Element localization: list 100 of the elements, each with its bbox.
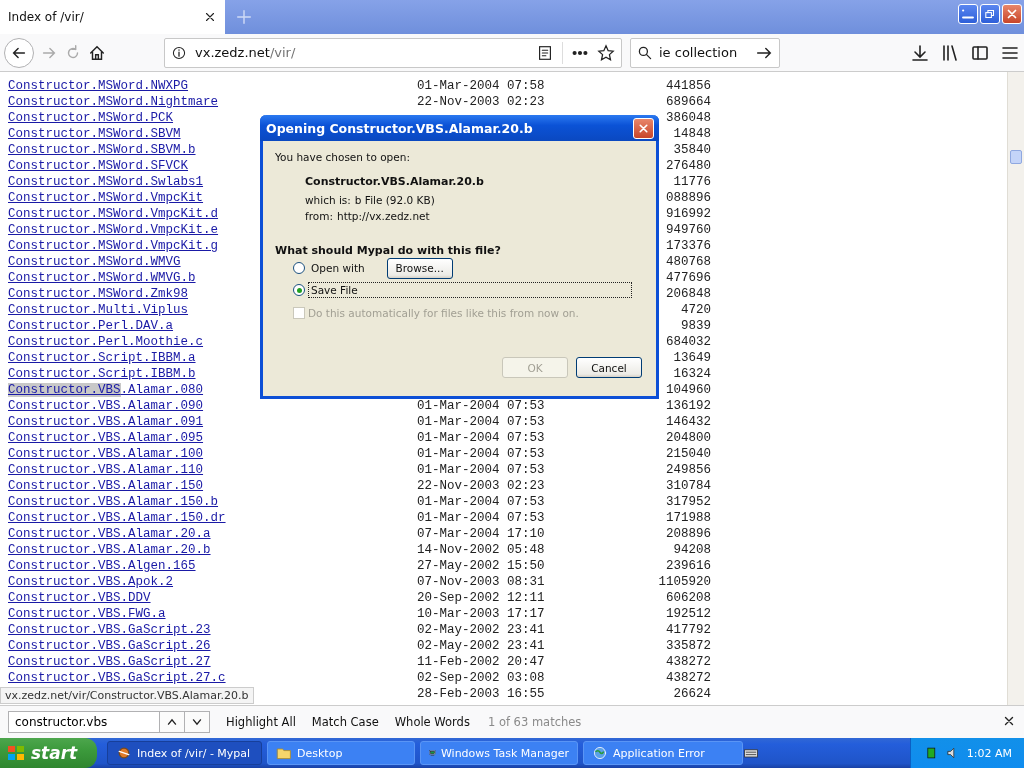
file-size: 146432 bbox=[666, 414, 711, 430]
file-link[interactable]: Constructor.MSWord.WMVG bbox=[8, 254, 181, 270]
file-link[interactable]: Constructor.VBS.GaScript.27.c bbox=[8, 670, 226, 686]
file-link[interactable]: Constructor.VBS.Alamar.091 bbox=[8, 414, 204, 430]
file-size: 684032 bbox=[666, 334, 711, 350]
minimize-icon bbox=[961, 7, 975, 21]
file-link[interactable]: Constructor.VBS.DDV bbox=[8, 590, 151, 606]
question-text: What should Mypal do with this file? bbox=[275, 244, 502, 257]
download-icon[interactable] bbox=[910, 42, 930, 63]
reader-view-icon[interactable] bbox=[536, 43, 554, 62]
file-link[interactable]: Constructor.VBS.Alamar.20.a bbox=[8, 526, 211, 542]
file-link[interactable]: Constructor.Script.IBBM.a bbox=[8, 350, 196, 366]
file-link[interactable]: Constructor.VBS.GaScript.23 bbox=[8, 622, 211, 638]
file-size: 477696 bbox=[666, 270, 711, 286]
file-link[interactable]: Constructor.Perl.Moothie.c bbox=[8, 334, 204, 350]
file-size: 104960 bbox=[666, 382, 711, 398]
find-option[interactable]: Highlight All bbox=[226, 715, 296, 729]
file-size: 310784 bbox=[666, 478, 711, 494]
file-size: 171988 bbox=[666, 510, 711, 526]
radio-button[interactable] bbox=[293, 262, 305, 274]
file-size: 417792 bbox=[666, 622, 711, 638]
file-link[interactable]: Constructor.VBS.Alamar.20.b bbox=[8, 542, 211, 558]
file-link[interactable]: Constructor.MSWord.PCK bbox=[8, 110, 174, 126]
modified-date: 22-Nov-2003 02:23 bbox=[417, 94, 546, 110]
back-button[interactable] bbox=[4, 37, 34, 68]
dialog-button[interactable]: Cancel bbox=[576, 357, 642, 378]
option-label[interactable]: Open with bbox=[308, 260, 368, 276]
start-button[interactable]: start bbox=[0, 738, 97, 768]
file-size: 14848 bbox=[673, 126, 711, 142]
previous-match-button[interactable] bbox=[159, 711, 185, 733]
find-option[interactable]: Whole Words bbox=[394, 715, 470, 729]
file-link[interactable]: Constructor.MSWord.NWXPG bbox=[8, 78, 189, 94]
clock: 1:02 AM bbox=[966, 746, 1012, 760]
option-label[interactable]: Save File bbox=[308, 282, 632, 298]
file-size: 335872 bbox=[666, 638, 711, 654]
library-icon[interactable] bbox=[940, 42, 960, 63]
file-link[interactable]: Constructor.VBS.Alamar.110 bbox=[8, 462, 204, 478]
file-size: 11776 bbox=[673, 174, 711, 190]
file-size: 206848 bbox=[666, 286, 711, 302]
file-link[interactable]: Constructor.MSWord.VmpcKit.e bbox=[8, 222, 219, 238]
file-link[interactable]: Constructor.MSWord.VmpcKit bbox=[8, 190, 204, 206]
taskbar-button[interactable]: Desktop bbox=[267, 741, 415, 765]
intro-text: You have chosen to open: bbox=[275, 151, 411, 163]
taskbar-button[interactable]: Application Error bbox=[583, 741, 743, 765]
file-link[interactable]: Constructor.MSWord.VmpcKit.g bbox=[8, 238, 219, 254]
modified-date: 27-May-2002 15:50 bbox=[417, 558, 546, 574]
file-link[interactable]: Constructor.MSWord.Nightmare bbox=[8, 94, 219, 110]
file-link[interactable]: Constructor.VBS.Alamar.150.dr bbox=[8, 510, 226, 526]
taskbar-button[interactable]: Index of /vir/ - Mypal bbox=[107, 741, 262, 765]
address-bar[interactable]: vx.zedz.net/vir/ bbox=[164, 37, 622, 68]
taskbar-button[interactable]: Windows Task Manager bbox=[420, 741, 578, 765]
file-link[interactable]: Constructor.VBS.GaScript.26 bbox=[8, 638, 211, 654]
close-icon bbox=[1005, 7, 1019, 21]
file-link[interactable]: Constructor.MSWord.WMVG.b bbox=[8, 270, 196, 286]
file-link[interactable]: Constructor.MSWord.SBVM bbox=[8, 126, 181, 142]
star-icon[interactable] bbox=[597, 43, 615, 62]
close-button[interactable] bbox=[1002, 4, 1022, 24]
file-link[interactable]: Constructor.Perl.DAV.a bbox=[8, 318, 174, 334]
file-link[interactable]: Constructor.Multi.Viplus bbox=[8, 302, 189, 318]
modified-date: 07-Mar-2004 17:10 bbox=[417, 526, 546, 542]
file-link[interactable]: Constructor.VBS.Alamar.150 bbox=[8, 478, 204, 494]
file-link[interactable]: Constructor.MSWord.SFVCK bbox=[8, 158, 189, 174]
file-link[interactable]: Constructor.VBS.Algen.165 bbox=[8, 558, 196, 574]
file-link[interactable]: Constructor.MSWord.Swlabs1 bbox=[8, 174, 204, 190]
close-button[interactable] bbox=[633, 117, 654, 139]
file-link[interactable]: Constructor.Script.IBBM.b bbox=[8, 366, 196, 382]
next-match-button[interactable] bbox=[184, 711, 210, 733]
file-size: 317952 bbox=[666, 494, 711, 510]
file-link[interactable]: Constructor.VBS.FWG.a bbox=[8, 606, 166, 622]
find-option[interactable]: Match Case bbox=[311, 715, 379, 729]
file-link[interactable]: Constructor.MSWord.VmpcKit.d bbox=[8, 206, 219, 222]
file-link[interactable]: Constructor.VBS.Alamar.095 bbox=[8, 430, 204, 446]
radio-button[interactable] bbox=[293, 284, 305, 296]
search-field[interactable]: ie collection bbox=[630, 37, 780, 68]
file-size: 13649 bbox=[673, 350, 711, 366]
file-link[interactable]: Constructor.VBS.GaScript.27 bbox=[8, 654, 211, 670]
file-link[interactable]: Constructor.VBS.Alamar.090 bbox=[8, 398, 204, 414]
modified-date: 01-Mar-2004 07:58 bbox=[417, 78, 546, 94]
close-icon[interactable] bbox=[203, 10, 217, 24]
from-label: from: bbox=[305, 210, 333, 222]
file-link[interactable]: Constructor.VBS.Alamar.150.b bbox=[8, 494, 219, 510]
restore-button[interactable] bbox=[980, 4, 1000, 24]
browser-tab[interactable]: Index of /vir/ bbox=[0, 0, 225, 34]
file-link[interactable]: Constructor.VBS.Alamar.100 bbox=[8, 446, 204, 462]
scrollbar[interactable] bbox=[1007, 72, 1024, 705]
home-icon[interactable] bbox=[88, 43, 106, 62]
minimize-button[interactable] bbox=[958, 4, 978, 24]
windows-flag-icon bbox=[6, 743, 26, 763]
find-field[interactable]: constructor.vbs bbox=[8, 711, 160, 733]
file-link[interactable]: Constructor.MSWord.SBVM.b bbox=[8, 142, 196, 158]
file-size: 35840 bbox=[673, 142, 711, 158]
from-value: http://vx.zedz.net bbox=[337, 210, 430, 222]
close-icon bbox=[637, 121, 650, 135]
file-size: 1105920 bbox=[658, 574, 711, 590]
file-link[interactable]: Constructor.VBS.Apok.2 bbox=[8, 574, 174, 590]
checkbox-label: Do this automatically for files like this from now on. bbox=[308, 307, 579, 319]
file-size: 249856 bbox=[666, 462, 711, 478]
browse-button[interactable]: Browse... bbox=[386, 257, 453, 279]
file-link[interactable]: Constructor.MSWord.Zmk98 bbox=[8, 286, 189, 302]
match-count: 1 of 63 matches bbox=[487, 715, 582, 729]
